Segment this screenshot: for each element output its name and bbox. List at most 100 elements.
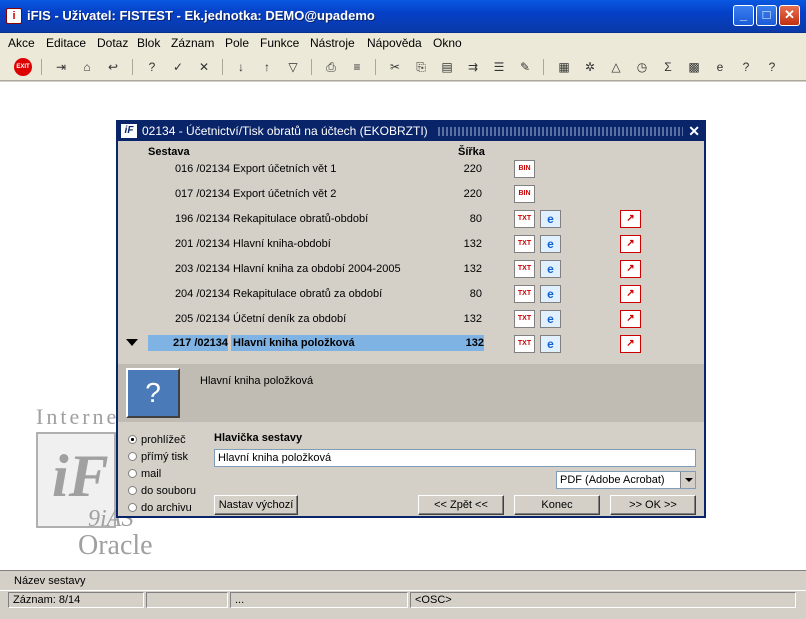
- lock-record-icon[interactable]: ⌂: [78, 58, 96, 76]
- bin-output-icon[interactable]: BIN: [514, 185, 535, 203]
- paste-icon[interactable]: ▤: [438, 58, 456, 76]
- txt-output-icon[interactable]: TXT: [514, 310, 535, 328]
- delete-record-icon[interactable]: ↩: [104, 58, 122, 76]
- print-setup-icon[interactable]: ≡: [348, 58, 366, 76]
- browser-output-icon[interactable]: e: [540, 285, 561, 303]
- toolbar-separator: [41, 59, 42, 75]
- report-row[interactable]: 204 /02134 Rekapitulace obratů za období…: [118, 283, 704, 305]
- dialog-close-icon[interactable]: ✕: [688, 123, 700, 140]
- report-width: 220: [463, 163, 482, 175]
- pdf-output-icon[interactable]: ↗: [620, 210, 641, 228]
- menu-zaznam[interactable]: Záznam: [171, 36, 214, 50]
- column-header-sestava: Sestava: [148, 146, 190, 158]
- menu-editace[interactable]: Editace: [46, 36, 86, 50]
- duplicate-record-icon[interactable]: ⇉: [464, 58, 482, 76]
- menu-nastroje[interactable]: Nástroje: [310, 36, 355, 50]
- cut-icon[interactable]: ✂: [386, 58, 404, 76]
- set-default-button[interactable]: Nastav výchozí: [214, 495, 298, 515]
- report-row[interactable]: 203 /02134 Hlavní kniha za období 2004-2…: [118, 258, 704, 280]
- browser-output-icon[interactable]: e: [540, 260, 561, 278]
- column-header-sirka: Šířka: [458, 146, 485, 158]
- sort-descending-icon[interactable]: ↑: [258, 58, 276, 76]
- back-button[interactable]: << Zpět <<: [418, 495, 504, 515]
- gear-icon[interactable]: ✲: [581, 58, 599, 76]
- record-counter: Záznam: 8/14: [8, 592, 144, 608]
- toolbar: EXIT ⇥ ⌂ ↩ ? ✓ ✕ ↓ ↑ ▽ ⎙ ≡ ✂ ⎘ ▤ ⇉ ☰ ✎ ▦…: [0, 53, 806, 81]
- txt-output-icon[interactable]: TXT: [514, 235, 535, 253]
- close-window-button[interactable]: ✕: [779, 5, 800, 26]
- output-format-select[interactable]: PDF (Adobe Acrobat): [556, 471, 696, 489]
- report-number: 016 /02134: [174, 163, 230, 175]
- menu-napoveda[interactable]: Nápověda: [367, 36, 422, 50]
- triangle-icon[interactable]: △: [607, 58, 625, 76]
- query-enter-icon[interactable]: ?: [143, 58, 161, 76]
- copy-icon[interactable]: ⎘: [412, 58, 430, 76]
- filter-icon[interactable]: ▽: [284, 58, 302, 76]
- pdf-output-icon[interactable]: ↗: [620, 285, 641, 303]
- txt-output-icon[interactable]: TXT: [514, 260, 535, 278]
- report-name: Účetní deník za období: [233, 313, 347, 325]
- clock-icon[interactable]: ◷: [633, 58, 651, 76]
- row-selector-arrow-icon[interactable]: [126, 339, 138, 346]
- help-context-icon[interactable]: ?: [737, 58, 755, 76]
- menu-funkce[interactable]: Funkce: [260, 36, 299, 50]
- report-width: 132: [458, 335, 484, 351]
- browser-output-icon[interactable]: e: [540, 335, 561, 353]
- txt-output-icon[interactable]: TXT: [514, 285, 535, 303]
- chevron-down-icon[interactable]: [680, 472, 695, 488]
- end-button[interactable]: Konec: [514, 495, 600, 515]
- query-cancel-icon[interactable]: ✕: [195, 58, 213, 76]
- edit-icon[interactable]: ✎: [516, 58, 534, 76]
- report-row[interactable]: 016 /02134 Export účetních vět 1 220 BIN: [118, 158, 704, 180]
- selected-report-name: Hlavní kniha položková: [200, 375, 314, 387]
- report-row-selected[interactable]: 217 /02134 Hlavní kniha položková 132 TX…: [118, 333, 704, 355]
- browser-icon[interactable]: e: [711, 58, 729, 76]
- maximize-button[interactable]: □: [756, 5, 777, 26]
- help-icon[interactable]: ?: [763, 58, 781, 76]
- report-row[interactable]: 201 /02134 Hlavní kniha-období 132 TXT e…: [118, 233, 704, 255]
- print-report-icon[interactable]: ?: [126, 368, 180, 418]
- report-width: 80: [469, 213, 482, 225]
- sum-icon[interactable]: Σ: [659, 58, 677, 76]
- background-oracle-text: Oracle: [78, 530, 153, 561]
- spreadsheet-icon[interactable]: ▩: [685, 58, 703, 76]
- browser-output-icon[interactable]: e: [540, 310, 561, 328]
- report-number: 196 /02134: [174, 213, 230, 225]
- pdf-output-icon[interactable]: ↗: [620, 260, 641, 278]
- radio-mail[interactable]: mail: [128, 468, 161, 480]
- insert-record-icon[interactable]: ⇥: [52, 58, 70, 76]
- bin-output-icon[interactable]: BIN: [514, 160, 535, 178]
- titlebar-pattern: [438, 127, 683, 136]
- radio-do-souboru[interactable]: do souboru: [128, 485, 196, 497]
- minimize-button[interactable]: _: [733, 5, 754, 26]
- radio-do-archivu[interactable]: do archivu: [128, 502, 192, 514]
- radio-primy-tisk[interactable]: přímý tisk: [128, 451, 188, 463]
- sort-ascending-icon[interactable]: ↓: [232, 58, 250, 76]
- list-icon[interactable]: ☰: [490, 58, 508, 76]
- menubar: Akce Editace Dotaz Blok Záznam Pole Funk…: [0, 33, 806, 53]
- report-row[interactable]: 196 /02134 Rekapitulace obratů-období 80…: [118, 208, 704, 230]
- menu-okno[interactable]: Okno: [433, 36, 462, 50]
- menu-dotaz[interactable]: Dotaz: [97, 36, 128, 50]
- report-row[interactable]: 017 /02134 Export účetních vět 2 220 BIN: [118, 183, 704, 205]
- report-row[interactable]: 205 /02134 Účetní deník za období 132 TX…: [118, 308, 704, 330]
- print-icon[interactable]: ⎙: [322, 58, 340, 76]
- exit-icon[interactable]: EXIT: [14, 58, 32, 76]
- report-name[interactable]: Hlavní kniha položková: [231, 335, 470, 351]
- menu-akce[interactable]: Akce: [8, 36, 35, 50]
- browser-output-icon[interactable]: e: [540, 235, 561, 253]
- txt-output-icon[interactable]: TXT: [514, 210, 535, 228]
- toolbar-separator: [132, 59, 133, 75]
- query-execute-icon[interactable]: ✓: [169, 58, 187, 76]
- pdf-output-icon[interactable]: ↗: [620, 235, 641, 253]
- report-header-input[interactable]: Hlavní kniha položková: [214, 449, 696, 467]
- menu-blok[interactable]: Blok: [137, 36, 160, 50]
- browser-output-icon[interactable]: e: [540, 210, 561, 228]
- menu-pole[interactable]: Pole: [225, 36, 249, 50]
- radio-prohlizec[interactable]: prohlížeč: [128, 434, 186, 446]
- pdf-output-icon[interactable]: ↗: [620, 310, 641, 328]
- pdf-output-icon[interactable]: ↗: [620, 335, 641, 353]
- txt-output-icon[interactable]: TXT: [514, 335, 535, 353]
- calculator-icon[interactable]: ▦: [555, 58, 573, 76]
- ok-button[interactable]: >> OK >>: [610, 495, 696, 515]
